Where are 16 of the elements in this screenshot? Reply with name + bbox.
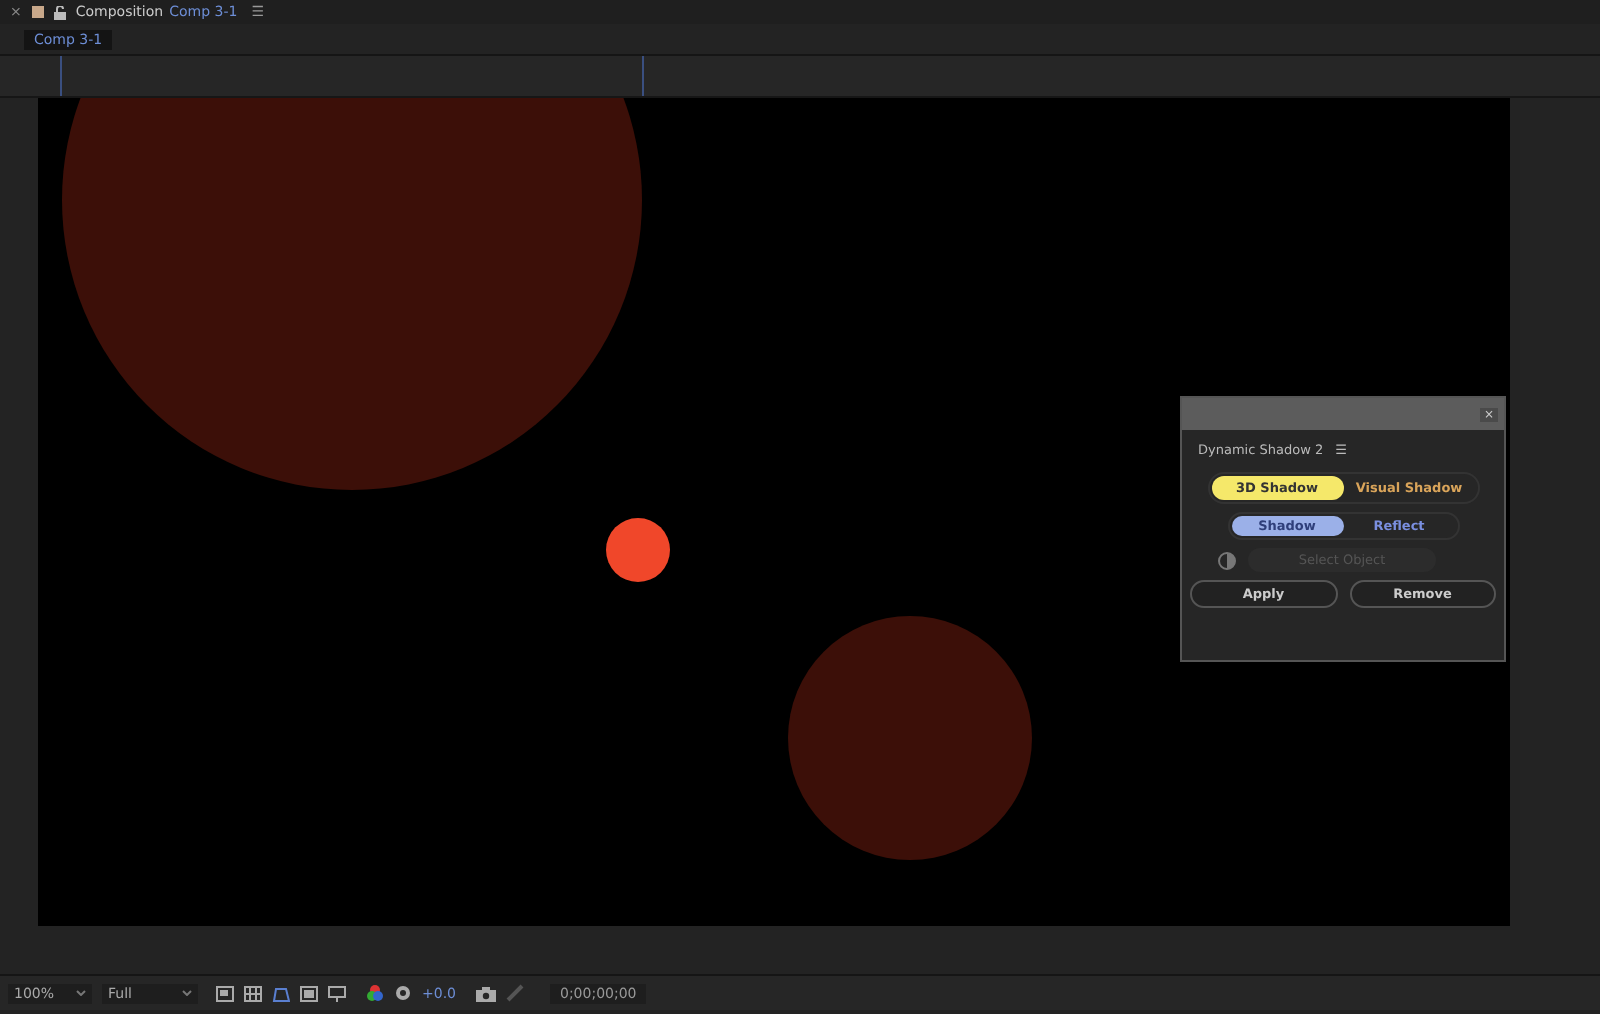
work-area-marker[interactable] xyxy=(642,56,644,96)
panel-color-icon xyxy=(31,6,44,18)
circle-shape xyxy=(606,518,670,582)
mask-icon[interactable] xyxy=(272,985,290,1001)
caret-icon xyxy=(182,990,192,996)
color-channels-icon[interactable] xyxy=(366,984,384,1002)
caret-icon xyxy=(76,990,86,996)
work-area-marker[interactable] xyxy=(60,56,62,96)
lock-icon[interactable] xyxy=(53,5,66,19)
grid-icon[interactable] xyxy=(244,985,262,1001)
exposure-icon[interactable] xyxy=(394,984,412,1002)
monitor-icon[interactable] xyxy=(328,985,346,1001)
frame-icon[interactable] xyxy=(300,985,318,1001)
region-icon[interactable] xyxy=(216,985,234,1001)
half-circle-icon xyxy=(1218,551,1236,569)
camera-icon[interactable] xyxy=(476,985,496,1001)
